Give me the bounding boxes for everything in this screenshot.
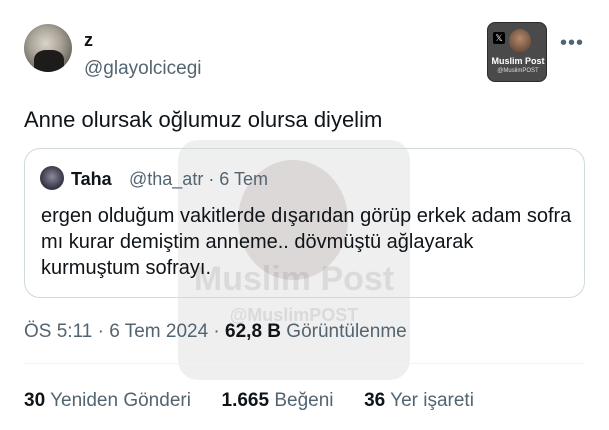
engagement-stats: 30 Yeniden Gönderi 1.665 Beğeni 36 Yer i… [24, 390, 474, 412]
reposts-label: Yeniden Gönderi [45, 390, 191, 411]
watermark-badge: 𝕏 Muslim Post @MuslimPOST [487, 22, 547, 82]
quoted-tweet-card[interactable]: Taha @tha_atr · 6 Tem ergen olduğum vaki… [24, 148, 585, 298]
likes-count: 1.665 [221, 390, 270, 411]
views-label: Görüntülenme [281, 321, 407, 342]
views-count: 62,8 B [225, 321, 282, 342]
tweet-meta: ÖS 5:11 · 6 Tem 2024 · 62,8 B Görüntülen… [24, 321, 407, 343]
tweet-text: Anne olursak oğlumuz olursa diyelim [24, 107, 383, 132]
reposts-count: 30 [24, 390, 46, 411]
bookmarks-count: 36 [364, 390, 386, 411]
watermark-sub: @MuslimPOST [497, 68, 539, 74]
bookmarks-stat[interactable]: 36 Yer işareti [364, 390, 474, 411]
more-horizontal-icon[interactable]: ••• [560, 32, 584, 55]
meta-separator: · [208, 321, 226, 342]
watermark-avatar-image [509, 29, 531, 53]
bookmarks-label: Yer işareti [385, 390, 474, 411]
author-handle[interactable]: @glayolcicegi [84, 58, 202, 80]
meta-separator: · [92, 321, 110, 342]
reposts-stat[interactable]: 30 Yeniden Gönderi [24, 390, 191, 411]
author-avatar[interactable] [24, 24, 72, 72]
quote-author-handle-time: @tha_atr · 6 Tem [129, 169, 268, 189]
quote-author-name: Taha [71, 169, 112, 189]
likes-stat[interactable]: 1.665 Beğeni [222, 390, 334, 411]
author-display-name[interactable]: z [84, 30, 93, 51]
quote-author-avatar [40, 166, 64, 190]
quote-text: ergen olduğum vakitlerde dışarıdan görüp… [41, 205, 572, 279]
x-logo-icon: 𝕏 [493, 32, 505, 44]
likes-label: Beğeni [269, 390, 334, 411]
watermark-title: Muslim Post [491, 56, 545, 66]
divider [24, 363, 585, 364]
tweet-date[interactable]: 6 Tem 2024 [109, 321, 208, 342]
tweet-time[interactable]: ÖS 5:11 [24, 321, 92, 342]
